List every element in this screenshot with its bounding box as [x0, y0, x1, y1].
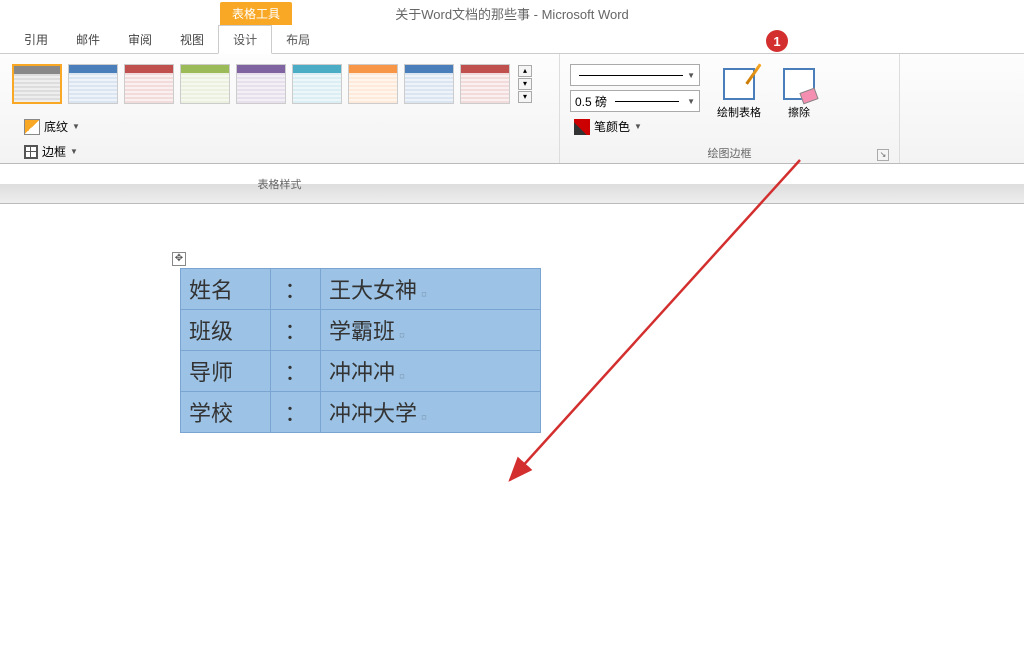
shading-button[interactable]: 底纹 ▼: [20, 116, 84, 137]
table-style-thumb-6[interactable]: [292, 64, 342, 104]
pen-color-button[interactable]: 笔颜色 ▼: [570, 116, 700, 137]
cell-label[interactable]: 学校: [181, 392, 271, 433]
gallery-more-button[interactable]: ▾: [518, 91, 532, 103]
dialog-launcher-icon[interactable]: ↘: [877, 149, 889, 161]
cell-separator[interactable]: ：: [271, 269, 321, 310]
eraser-icon: [783, 68, 815, 100]
borders-button[interactable]: 边框 ▼: [20, 141, 84, 162]
line-weight-preview: [615, 101, 679, 102]
draw-table-button[interactable]: 绘制表格: [712, 64, 766, 137]
cell-value[interactable]: 冲冲冲¤: [321, 351, 541, 392]
gallery-scroll-down[interactable]: ▾: [518, 78, 532, 90]
chevron-down-icon: ▼: [634, 122, 642, 131]
contextual-tab-group: 表格工具: [220, 2, 292, 25]
ribbon: ▴ ▾ ▾ 底纹 ▼ 边框 ▼ 表格样式: [0, 54, 1024, 164]
table-row: 导师 ： 冲冲冲¤: [181, 351, 541, 392]
pen-color-label: 笔颜色: [594, 118, 630, 135]
cell-label[interactable]: 导师: [181, 351, 271, 392]
cell-label[interactable]: 姓名: [181, 269, 271, 310]
eraser-label: 擦除: [788, 104, 810, 120]
borders-icon: [24, 145, 38, 159]
eraser-button[interactable]: 擦除: [772, 64, 826, 137]
table-style-thumb-1[interactable]: [12, 64, 62, 104]
group-draw-borders: ▼ 0.5 磅 ▼ 笔颜色 ▼ 绘制表格: [560, 54, 900, 163]
table-move-handle[interactable]: ✥: [172, 252, 186, 266]
draw-borders-group-label: 绘图边框 ↘: [568, 143, 891, 163]
tab-design[interactable]: 设计: [218, 25, 272, 54]
group-table-styles: ▴ ▾ ▾ 底纹 ▼ 边框 ▼ 表格样式: [0, 54, 560, 163]
cell-separator[interactable]: ：: [271, 351, 321, 392]
cell-separator[interactable]: ：: [271, 392, 321, 433]
table-row: 班级 ： 学霸班¤: [181, 310, 541, 351]
line-style-preview: [579, 75, 683, 76]
line-weight-dropdown[interactable]: 0.5 磅 ▼: [570, 90, 700, 112]
tab-layout[interactable]: 布局: [272, 26, 324, 53]
pen-color-icon: [574, 119, 590, 135]
cell-value[interactable]: 王大女神¤: [321, 269, 541, 310]
table-style-thumb-7[interactable]: [348, 64, 398, 104]
window-title: 关于Word文档的那些事 - Microsoft Word: [395, 4, 629, 23]
table-row: 学校 ： 冲冲大学¤: [181, 392, 541, 433]
draw-table-icon: [723, 68, 755, 100]
document-table[interactable]: 姓名 ： 王大女神¤ 班级 ： 学霸班¤ 导师 ： 冲冲冲¤ 学校 ： 冲冲大学…: [180, 268, 541, 433]
gallery-scroll-up[interactable]: ▴: [518, 65, 532, 77]
cell-value[interactable]: 冲冲大学¤: [321, 392, 541, 433]
tab-references[interactable]: 引用: [10, 26, 62, 53]
ribbon-tabs: 引用 邮件 审阅 视图 设计 布局: [0, 26, 1024, 54]
table-styles-gallery: ▴ ▾ ▾ 底纹 ▼ 边框 ▼: [8, 58, 551, 174]
borders-label: 边框: [42, 143, 66, 160]
tab-review[interactable]: 审阅: [114, 26, 166, 53]
table-style-thumb-2[interactable]: [68, 64, 118, 104]
table-style-thumb-5[interactable]: [236, 64, 286, 104]
cell-separator[interactable]: ：: [271, 310, 321, 351]
table-style-thumb-9[interactable]: [460, 64, 510, 104]
tab-mailings[interactable]: 邮件: [62, 26, 114, 53]
draw-table-label: 绘制表格: [717, 104, 761, 120]
table-style-thumb-4[interactable]: [180, 64, 230, 104]
cell-value[interactable]: 学霸班¤: [321, 310, 541, 351]
table-style-thumb-3[interactable]: [124, 64, 174, 104]
line-style-dropdown[interactable]: ▼: [570, 64, 700, 86]
chevron-down-icon: ▼: [72, 122, 80, 131]
title-bar: 表格工具 关于Word文档的那些事 - Microsoft Word: [0, 0, 1024, 26]
gallery-scroll: ▴ ▾ ▾: [516, 64, 534, 104]
annotation-badge-1: 1: [766, 30, 788, 52]
tab-view[interactable]: 视图: [166, 26, 218, 53]
table-styles-group-label: 表格样式: [8, 174, 551, 194]
document-area[interactable]: ✥ 姓名 ： 王大女神¤ 班级 ： 学霸班¤ 导师 ： 冲冲冲¤ 学校 ： 冲冲…: [0, 204, 1024, 433]
line-weight-value: 0.5 磅: [575, 93, 607, 110]
chevron-down-icon: ▼: [687, 97, 695, 106]
table-style-thumb-8[interactable]: [404, 64, 454, 104]
cell-label[interactable]: 班级: [181, 310, 271, 351]
table-row: 姓名 ： 王大女神¤: [181, 269, 541, 310]
paint-bucket-icon: [24, 119, 40, 135]
chevron-down-icon: ▼: [687, 71, 695, 80]
shading-label: 底纹: [44, 118, 68, 135]
chevron-down-icon: ▼: [70, 147, 78, 156]
